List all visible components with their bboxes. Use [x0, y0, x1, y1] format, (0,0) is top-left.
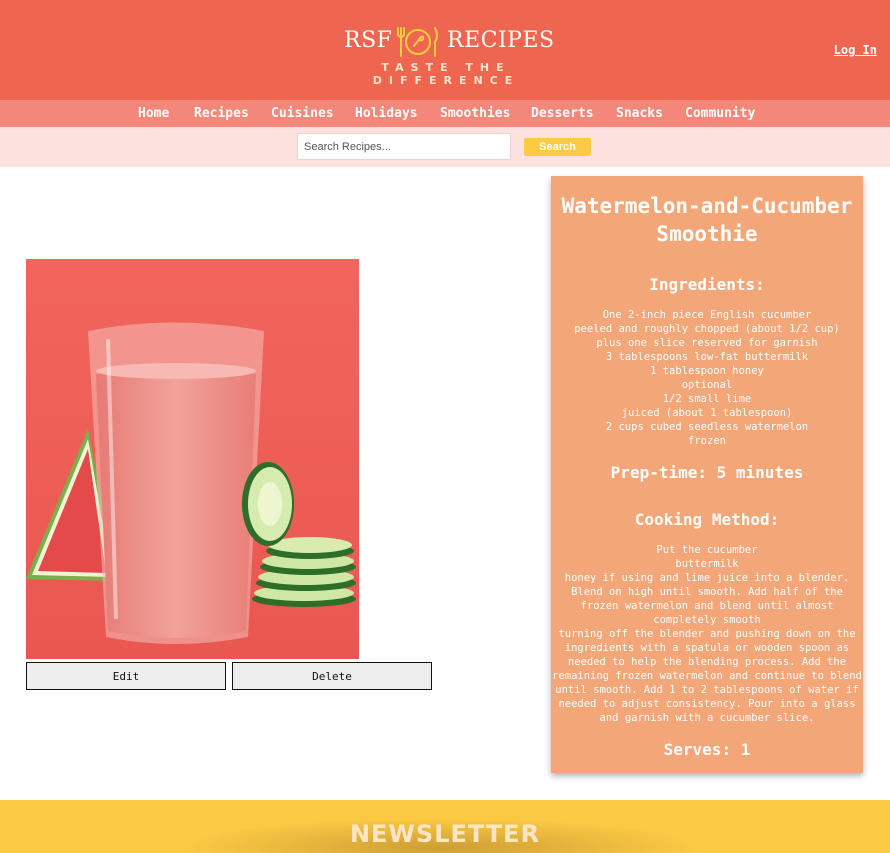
ingredient-item: 2 cups cubed seedless watermelon	[605, 421, 809, 433]
prep-time: Prep-time: 5 minutes	[610, 463, 804, 482]
login-link[interactable]: Log In	[834, 43, 877, 57]
brand-right: RECIPES	[447, 28, 555, 53]
recipe-title: Watermelon-and-Cucumber Smoothie	[561, 194, 853, 246]
ingredient-item: juiced (about 1 tablespoon)	[621, 407, 793, 419]
ingredient-item: 1 tablespoon honey	[650, 365, 764, 377]
fork-knife-plate-icon	[397, 27, 438, 57]
nav-item-desserts[interactable]: Desserts	[531, 106, 594, 121]
recipe-image	[26, 259, 359, 659]
nav-item-community[interactable]: Community	[685, 106, 755, 121]
edit-button[interactable]: Edit	[26, 662, 226, 690]
smoothie-illustration	[26, 259, 359, 659]
ingredient-item: frozen	[688, 435, 726, 447]
method-step: buttermilk	[675, 558, 739, 570]
site-header: RSF RECIPES TASTE THE DIFFERENCE Log In	[0, 0, 890, 100]
ingredient-item: 3 tablespoons low-fat buttermilk	[605, 351, 809, 363]
ingredient-item: 1/2 small lime	[662, 393, 752, 405]
search-button[interactable]: Search	[524, 138, 591, 156]
method-step: turning off the blender and pushing down…	[552, 628, 862, 724]
main-nav: Home Recipes Cuisines Holidays Smoothies…	[0, 100, 890, 127]
ingredient-item: optional	[681, 379, 733, 391]
nav-item-home[interactable]: Home	[138, 106, 169, 121]
search-bar: Search	[0, 127, 890, 167]
delete-button[interactable]: Delete	[232, 662, 432, 690]
cooking-method: Put the cucumber buttermilk honey if usi…	[551, 543, 863, 725]
ingredients-list: One 2-inch piece English cucumber peeled…	[551, 308, 863, 448]
ingredients-heading: Ingredients:	[649, 275, 765, 294]
newsletter-title: NEWSLETTER	[349, 820, 541, 848]
recipe-card: Watermelon-and-Cucumber Smoothie Ingredi…	[551, 176, 863, 773]
search-input[interactable]	[297, 133, 511, 160]
nav-item-holidays[interactable]: Holidays	[355, 106, 418, 121]
nav-item-snacks[interactable]: Snacks	[616, 106, 663, 121]
ingredient-item: One 2-inch piece English cucumber	[602, 309, 812, 321]
site-logo[interactable]: RSF RECIPES TASTE THE DIFFERENCE	[314, 26, 578, 87]
nav-item-cuisines[interactable]: Cuisines	[271, 106, 334, 121]
serves: Serves: 1	[663, 740, 751, 759]
ingredient-item: plus one slice reserved for garnish	[596, 337, 818, 349]
tagline: TASTE THE DIFFERENCE	[372, 61, 520, 87]
ingredient-item: peeled and roughly chopped (about 1/2 cu…	[574, 323, 840, 335]
brand-left: RSF	[344, 28, 393, 53]
method-step: Put the cucumber	[656, 544, 758, 556]
newsletter-section: NEWSLETTER	[0, 800, 890, 853]
method-heading: Cooking Method:	[634, 510, 780, 529]
nav-item-smoothies[interactable]: Smoothies	[440, 106, 510, 121]
method-step: honey if using and lime juice into a ble…	[564, 572, 850, 626]
nav-item-recipes[interactable]: Recipes	[194, 106, 249, 121]
